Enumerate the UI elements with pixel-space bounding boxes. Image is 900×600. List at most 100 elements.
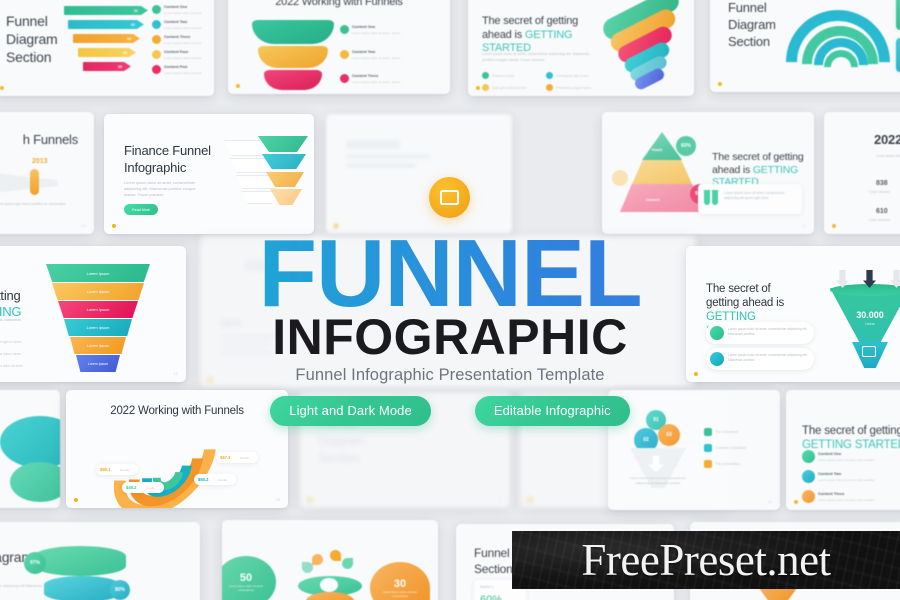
legend-label: Praesent sociis: [492, 73, 515, 78]
legend-item[interactable]: Phasellus congue lorem: [546, 84, 591, 91]
slide-caption: Lorem ipsum eget lorem porttitor ac cons…: [0, 202, 66, 206]
list-item-desc: Lorem ipsum dolor sit amet. Quis porttit…: [818, 497, 876, 502]
list-item[interactable]: Content Five Lorem ipsum dolor sit amet: [152, 64, 201, 75]
funnel-value-caption: Users: [865, 322, 875, 326]
slide-thumbnail-getting-started-pills[interactable]: The secret of getting ahead is GETTING S…: [468, 0, 694, 96]
slide-thumbnail-funnels-timeline[interactable]: h Funnels 2013 Lorem ipsum eget lorem po…: [0, 112, 94, 234]
list-item[interactable]: Content One Lorem ipsum dolor sit amet. …: [802, 450, 875, 463]
watermark-text: FreePreset.net: [581, 534, 831, 585]
legend-item[interactable]: Praesent sociis: [482, 72, 514, 79]
backdrop-year: 2022: [244, 258, 273, 273]
info-card-produce[interactable]: Produce: [896, 0, 900, 30]
timeline-wedge: [0, 168, 58, 198]
slide-thumbnail-funnel-diagram-pct[interactable]: Funnel Diagram Section Lorem ipsum dolor…: [0, 522, 200, 600]
legend-label: Phasellus congue lorem: [556, 85, 592, 90]
value-tag-amount: $60.1: [100, 467, 111, 472]
slide-thumbnail-2022-w-stats[interactable]: 2022 W Lorem ipsum dolor sit amet consec…: [824, 112, 900, 234]
slide-thumbnail-blank[interactable]: [326, 114, 512, 234]
backdrop-line: [220, 336, 278, 339]
funnel-bar-num-3: 03: [127, 37, 131, 41]
info-row-text: Lorem ipsum dolor sit amet, consectetuer…: [728, 353, 808, 362]
presentation-slide-icon[interactable]: [429, 177, 470, 218]
list-item[interactable]: Content Four Lorem ipsum dolor sit amet: [152, 49, 201, 60]
placeholder-block: [346, 163, 416, 168]
list-item[interactable]: Content One Lorem ipsum dolor sit amet -…: [340, 24, 400, 35]
list-item-desc: Lorem ipsum dolor sit amet - ipsum: [352, 55, 401, 60]
list-item[interactable]: Content Three Lorem ipsum dolor sit amet: [152, 34, 201, 45]
list-item[interactable]: Complete installation: [704, 444, 746, 452]
legend-item[interactable]: Consequat eget lorem: [546, 72, 588, 79]
value-tag-unit: bundle: [240, 456, 250, 460]
legend-item[interactable]: Phasellus ipsum lorem: [0, 350, 21, 357]
slide-thumbnail-bubble-stats[interactable]: 50 Lorem ipsum dolor sit amet consectetu…: [222, 520, 438, 600]
list-item[interactable]: The presentation: [704, 460, 740, 468]
badge-editable-infographic[interactable]: Editable Infographic: [474, 396, 630, 426]
value-tag-amount: $49.2: [126, 485, 137, 490]
list-item-label: Complete installation: [715, 446, 747, 450]
info-row[interactable]: Lorem ipsum dolor sit amet, consectetuer…: [706, 322, 814, 344]
slide-footer-logo: [476, 86, 480, 90]
slide-title: 2022 Working with Funnels: [275, 0, 403, 8]
list-item-label: Content Two: [818, 471, 842, 477]
list-item[interactable]: Content Three Lorem ipsum dolor sit amet…: [340, 73, 400, 84]
slide-body: Lorem ipsum dolor sit amet, consectetuer…: [482, 52, 590, 62]
pyramid-pct-badge-reach: 60%: [676, 136, 696, 156]
slide-thumbnail-2022-working-with-funnels[interactable]: 2022 Working with Funnels Content One Lo…: [228, 0, 450, 94]
list-item[interactable]: Content Two Lorem ipsum dolor sit amet. …: [802, 470, 875, 483]
slide-thumbnail-finance-funnel-infographic[interactable]: Finance Funnel Infographic Lorem ipsum d…: [104, 114, 314, 234]
slide-title: Funnel Diagram Section: [6, 13, 58, 66]
slide-thumbnail-30000-funnel[interactable]: The secret of getting ahead is GETTING S…: [686, 246, 900, 382]
pct-badge-97: 97%: [24, 552, 46, 574]
quote-text: Lorem ipsum dolor sit amet, consectetuer…: [724, 191, 785, 201]
info-row-text: Lorem ipsum dolor sit amet, consectetuer…: [728, 327, 808, 336]
badge-light-and-dark-mode[interactable]: Light and Dark Mode: [270, 396, 431, 426]
slide-thumbnail-hero-backdrop[interactable]: 2022 56%: [200, 236, 696, 388]
slide-title: The secret of getting ahead is GETTING S…: [482, 2, 606, 56]
value-tag-amount: $67.3: [220, 455, 231, 460]
list-item[interactable]: Content One Lorem ipsum dolor sit amet: [152, 4, 201, 15]
funnel-value: 30.000: [856, 310, 884, 320]
stat-label: 7 year followers: [868, 218, 891, 222]
slide-title-plain: The secret of getting ahead is: [706, 283, 785, 310]
feature-badges: Light and Dark Mode Editable Infographic: [0, 396, 900, 426]
slide-thumbnail-six-layer-funnel[interactable]: he secret of getting ahead is GETTING ST…: [0, 246, 186, 382]
market-label: Market 1: [480, 585, 494, 589]
list-item[interactable]: Content Three Lorem ipsum dolor sit amet…: [802, 490, 875, 503]
slide-thumbnail-funnel-arcs[interactable]: Funnel Diagram Section Produce 92 Manage…: [710, 0, 900, 92]
list-item[interactable]: Content Two Lorem ipsum dolor sit amet: [152, 19, 201, 30]
content-three-icon: [340, 73, 349, 83]
slide-footer-logo: [718, 82, 722, 86]
check-icon: [704, 428, 712, 436]
pct-badge-80: 80%: [110, 580, 130, 600]
stat-label: 7 year followers: [868, 190, 891, 194]
list-item-desc: Lorem ipsum dolor sit amet - ipsum: [352, 79, 401, 84]
content-two-icon: [802, 470, 815, 483]
page-number: 09: [275, 497, 280, 502]
list-item[interactable]: Content Two Lorem ipsum dolor sit amet -…: [340, 49, 400, 60]
funnel-layer-stack: Lorem Ipsum Lorem Ipsum Lorem Ipsum Lore…: [46, 264, 156, 376]
read-more-button[interactable]: Read More: [124, 204, 158, 215]
legend-icon: [546, 72, 553, 79]
slide-thumbnail-funnel-diagram-section[interactable]: Funnel Diagram Section 01 02 03 04 05 Co…: [0, 0, 214, 96]
list-item[interactable]: The investment: [704, 428, 738, 436]
legend-item[interactable]: Cras quis dolor sit amet: [0, 362, 23, 369]
bubble-desc: Lorem ipsum dolor sit amet consectetuer: [229, 584, 263, 592]
legend-item[interactable]: Praesent eget ut lorem: [0, 338, 21, 345]
legend-label: Praesent eget ut lorem: [0, 339, 22, 344]
finance-funnel-graphic: [210, 136, 310, 218]
legend-item[interactable]: Quis quis euismod cras: [482, 84, 526, 91]
bowl-stack-graphic: 97% 80%: [24, 546, 144, 600]
slide-thumbnail-pyramid-getting-started[interactable]: 60% 90% Reach Convert The secret of gett…: [602, 112, 814, 234]
pyramid-label-convert: Convert: [646, 198, 660, 202]
legend-label: Cras quis dolor sit amet: [0, 363, 23, 368]
legend-label: Consequat eget lorem: [556, 73, 589, 78]
info-card-management[interactable]: 92 Management: [896, 38, 900, 72]
list-item-desc: Lorem ipsum dolor sit amet. Quis porttit…: [818, 477, 876, 482]
page-number: 21: [81, 223, 86, 228]
funnel-layer-label: Lorem Ipsum: [86, 270, 110, 276]
market-value: 60%: [480, 594, 503, 600]
bubble-desc: Lorem ipsum dolor sit amet consectetuer: [383, 590, 417, 598]
value-tag: $49.2 bundle: [122, 482, 164, 493]
page-number: 18: [767, 499, 772, 504]
info-row[interactable]: Lorem ipsum dolor sit amet, consectetuer…: [706, 348, 814, 370]
